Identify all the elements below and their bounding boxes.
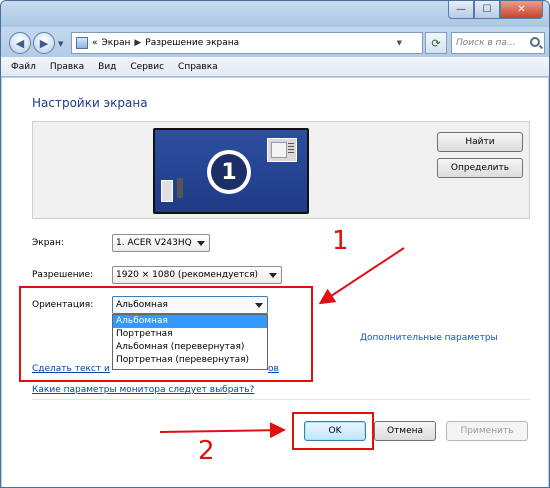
detect-button[interactable]: Определить <box>437 158 523 178</box>
resolution-select[interactable]: 1920 × 1080 (рекомендуется) <box>112 266 282 284</box>
search-input[interactable]: Поиск в па... <box>451 32 545 54</box>
search-placeholder: Поиск в па... <box>456 38 516 48</box>
breadcrumb-item-resolution[interactable]: Разрешение экрана <box>145 38 239 48</box>
screen-value: 1. ACER V243HQ <box>116 238 192 248</box>
address-bar[interactable]: « Экран ▶ Разрешение экрана ▼ <box>71 32 423 54</box>
address-dropdown-icon[interactable]: ▼ <box>397 39 402 47</box>
advanced-settings-link[interactable]: Дополнительные параметры <box>360 333 498 343</box>
monitor-params-link[interactable]: Какие параметры монитора следует выбрать… <box>32 385 254 395</box>
chevron-down-icon <box>269 273 277 278</box>
content-area: Настройки экрана 1 Найти Определить Экра… <box>2 78 548 487</box>
close-button[interactable]: ✕ <box>500 1 543 19</box>
resolution-value: 1920 × 1080 (рекомендуется) <box>116 270 259 280</box>
arrow-right-icon: ▶ <box>39 36 49 50</box>
minimize-button[interactable]: — <box>448 1 474 19</box>
find-button[interactable]: Найти <box>437 132 523 152</box>
refresh-icon: ⟳ <box>431 36 441 50</box>
annotation-box-orientation <box>19 286 313 382</box>
breadcrumb-item-screen[interactable]: Экран <box>102 38 131 48</box>
explorer-window: — ☐ ✕ ◀ ▶ ▼ « Экран ▶ Разрешение экрана … <box>0 0 550 488</box>
forward-button[interactable]: ▶ <box>33 32 55 54</box>
monitor-number: 1 <box>211 154 247 190</box>
control-panel-icon <box>76 37 88 49</box>
breadcrumb-prefix[interactable]: « <box>92 38 98 48</box>
breadcrumb-separator-icon[interactable]: ▶ <box>134 38 141 48</box>
menu-file[interactable]: Файл <box>11 62 36 72</box>
separator <box>32 399 530 400</box>
menu-view[interactable]: Вид <box>98 62 116 72</box>
resolution-label: Разрешение: <box>32 270 94 280</box>
navigation-bar: ◀ ▶ ▼ « Экран ▶ Разрешение экрана ▼ ⟳ По… <box>1 27 549 57</box>
annotation-number-1: 1 <box>332 226 349 256</box>
desktop-icons <box>161 180 173 202</box>
annotation-number-2: 2 <box>198 436 215 466</box>
page-title: Настройки экрана <box>32 96 148 110</box>
annotation-box-ok <box>292 412 374 450</box>
refresh-button[interactable]: ⟳ <box>425 32 447 54</box>
search-icon[interactable] <box>530 37 540 47</box>
menu-tools[interactable]: Сервис <box>130 62 164 72</box>
window-icon <box>267 138 297 162</box>
menu-bar: Файл Правка Вид Сервис Справка <box>1 57 549 77</box>
screen-label: Экран: <box>32 238 64 248</box>
menu-help[interactable]: Справка <box>178 62 218 72</box>
chevron-down-icon <box>197 241 205 246</box>
monitor-1-thumbnail[interactable]: 1 <box>153 128 309 214</box>
monitor-number-badge: 1 <box>207 150 251 194</box>
menu-edit[interactable]: Правка <box>50 62 84 72</box>
apply-button: Применить <box>446 421 528 441</box>
caption-buttons: — ☐ ✕ <box>448 1 543 19</box>
screen-select[interactable]: 1. ACER V243HQ <box>112 234 210 252</box>
back-button[interactable]: ◀ <box>9 32 31 54</box>
monitor-preview: 1 Найти Определить <box>32 121 530 219</box>
gadget-bar <box>177 178 183 198</box>
cancel-button[interactable]: Отмена <box>374 421 436 441</box>
arrow-left-icon: ◀ <box>15 36 25 50</box>
maximize-button[interactable]: ☐ <box>474 1 500 19</box>
title-bar[interactable]: — ☐ ✕ <box>1 1 549 27</box>
recent-pages-dropdown-icon[interactable]: ▼ <box>58 40 63 48</box>
